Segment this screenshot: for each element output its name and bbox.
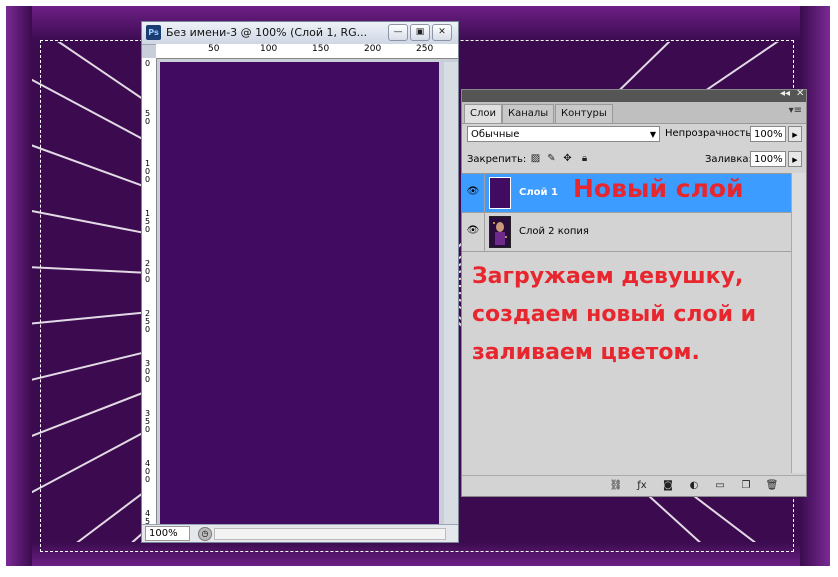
panel-header-strip: ◂◂ ✕ (462, 88, 806, 102)
layer-row-layer-2-copy[interactable]: 👁︎ Слой 2 копия (462, 213, 792, 252)
document-canvas[interactable] (160, 62, 439, 524)
collapse-panel-icon[interactable]: ◂◂ (780, 88, 790, 99)
link-layers-icon[interactable]: ⛓ (609, 480, 623, 492)
lock-all-padlock-icon[interactable]: 🔒︎ (579, 153, 590, 164)
fill-slider-arrow-icon[interactable]: ▶ (788, 151, 802, 167)
adjustment-layer-icon[interactable]: ◐ (687, 480, 701, 492)
document-title: Без имени-3 @ 100% (Слой 1, RG... (166, 26, 368, 39)
panel-menu-icon[interactable]: ▾≡ (789, 105, 802, 116)
ruler-top-tick-label: 150 (312, 44, 330, 54)
girl-image-thumbnail-icon (490, 217, 510, 247)
frame-bevel-left (6, 6, 32, 566)
restore-button[interactable]: ▣ (410, 24, 430, 41)
document-horizontal-scrollbar[interactable] (214, 528, 446, 540)
ruler-left-tick-label: 2 0 0 (145, 259, 151, 284)
ruler-top-tick-label: 100 (260, 44, 278, 54)
layer-thumbnail (489, 216, 511, 248)
zoom-level-field[interactable]: 100% (145, 526, 190, 541)
new-layer-icon[interactable]: ❐ (739, 480, 753, 492)
ruler-top-tick-label: 50 (208, 44, 220, 54)
ruler-left-tick-label: 1 5 0 (145, 209, 151, 234)
add-mask-icon[interactable]: ◙ (661, 480, 675, 492)
document-titlebar[interactable]: Ps Без имени-3 @ 100% (Слой 1, RG... — ▣… (142, 22, 458, 45)
blend-mode-value: Обычные (471, 129, 520, 140)
document-window[interactable]: Ps Без имени-3 @ 100% (Слой 1, RG... — ▣… (141, 21, 459, 543)
close-panel-icon[interactable]: ✕ (796, 88, 804, 99)
document-vertical-scrollbar[interactable] (444, 62, 458, 524)
visibility-toggle[interactable]: 👁︎ (462, 174, 485, 212)
opacity-label: Непрозрачность: (665, 128, 755, 139)
annotation-instructions: Загружаем девушку, создаем новый слой и … (472, 264, 757, 365)
tab-layers[interactable]: Слои (464, 104, 502, 123)
ruler-left-tick-label: 4 0 0 (145, 459, 151, 484)
ruler-left-tick-label: 0 (145, 59, 151, 68)
ruler-left-tick-label: 3 5 0 (145, 409, 151, 434)
layer-style-fx-icon[interactable]: ƒx (635, 480, 649, 492)
lock-label: Закрепить: (467, 154, 527, 165)
panel-tabs: Слои Каналы Контуры ▾≡ (462, 102, 806, 124)
chevron-down-icon: ▼ (649, 130, 656, 139)
document-status-bar: 100% ◷ (142, 524, 458, 542)
eye-icon: 👁︎ (466, 225, 480, 236)
ruler-top-tick-label: 250 (416, 44, 434, 54)
layer-name: Слой 1 (519, 187, 558, 198)
fill-label: Заливка: (705, 154, 752, 165)
ruler-left-tick-label: 5 0 (145, 109, 151, 126)
layer-thumbnail (489, 177, 511, 209)
photoshop-logo-icon: Ps (146, 25, 161, 40)
horizontal-ruler[interactable]: 50 100 150 200 250 (156, 44, 458, 59)
opacity-slider-arrow-icon[interactable]: ▶ (788, 126, 802, 142)
tab-paths[interactable]: Контуры (555, 104, 613, 123)
close-button[interactable]: ✕ (432, 24, 452, 41)
ruler-left-tick-label: 2 5 0 (145, 309, 151, 334)
lock-pixels-brush-icon[interactable]: ✎ (546, 153, 557, 164)
layer-name: Слой 2 копия (519, 226, 589, 237)
opacity-field[interactable]: 100% (750, 126, 786, 142)
new-group-folder-icon[interactable]: ▭ (713, 480, 727, 492)
lock-position-move-icon[interactable]: ✥ (562, 153, 573, 164)
tab-channels[interactable]: Каналы (502, 104, 555, 123)
minimize-button[interactable]: — (388, 24, 408, 41)
status-info-icon[interactable]: ◷ (198, 527, 212, 541)
lock-transparency-icon[interactable]: ▨ (530, 153, 541, 164)
layers-panel-footer: ⛓ ƒx ◙ ◐ ▭ ❐ 🗑︎ (462, 475, 806, 496)
visibility-toggle[interactable]: 👁︎ (462, 213, 485, 251)
fill-field[interactable]: 100% (750, 151, 786, 167)
delete-layer-trash-icon[interactable]: 🗑︎ (765, 480, 779, 492)
eye-icon: 👁︎ (466, 186, 480, 197)
annotation-new-layer: Новый слой (573, 174, 744, 203)
ruler-left-tick-label: 3 0 0 (145, 359, 151, 384)
ruler-left-tick-label: 1 0 0 (145, 159, 151, 184)
vertical-ruler[interactable]: 05 01 0 01 5 02 0 02 5 03 0 03 5 04 0 04… (142, 58, 157, 526)
ruler-top-tick-label: 200 (364, 44, 382, 54)
blend-mode-select[interactable]: Обычные ▼ (467, 126, 660, 142)
